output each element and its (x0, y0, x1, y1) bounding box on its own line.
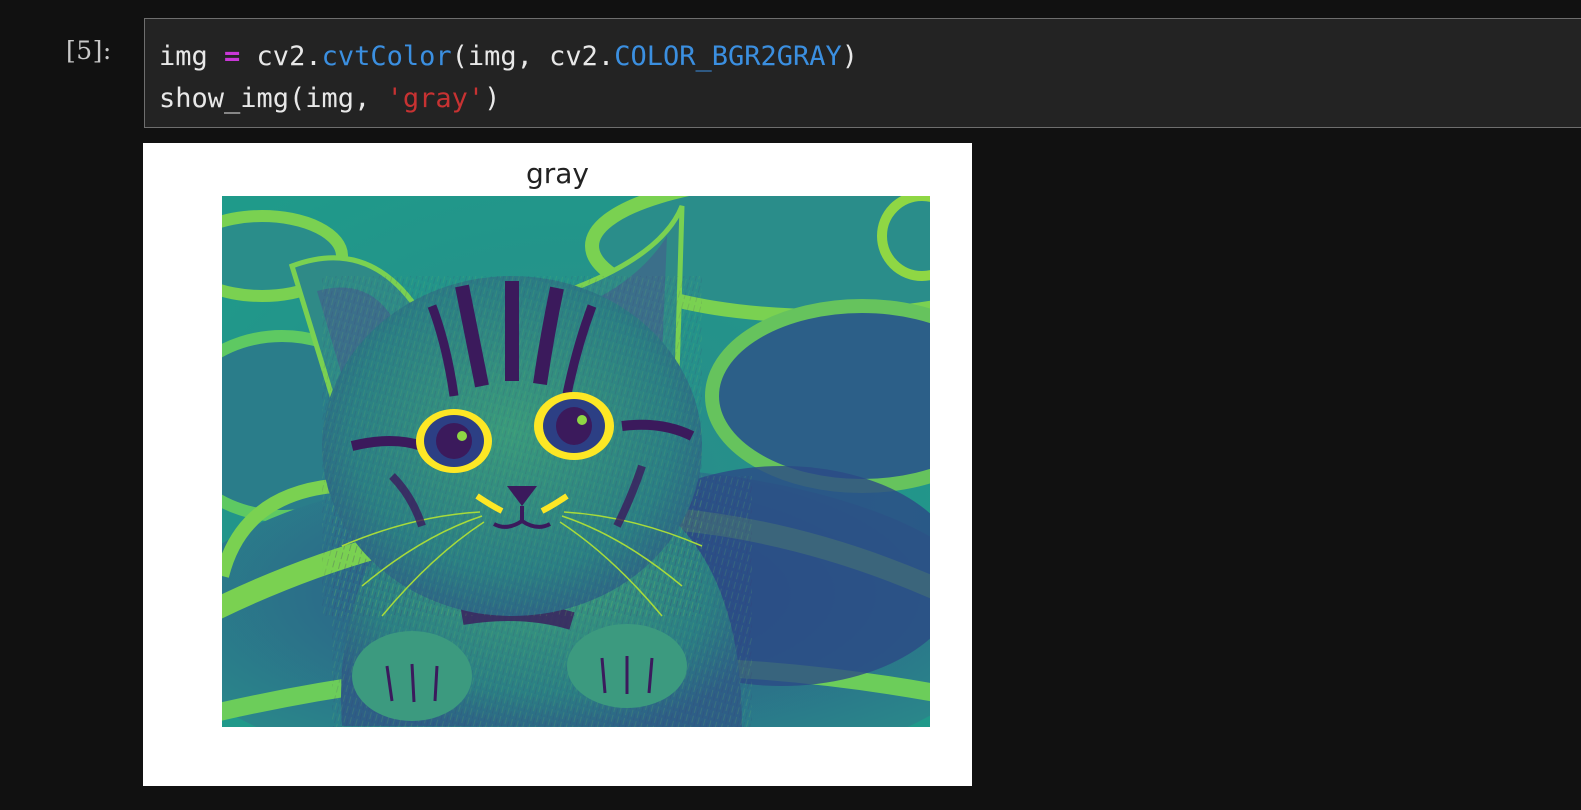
code-editor[interactable]: img = cv2.cvtColor(img, cv2.COLOR_BGR2GR… (144, 18, 1581, 128)
code-function: cvtColor (321, 41, 452, 72)
code-token: cv2. (240, 41, 322, 72)
code-token: (img, cv2. (451, 41, 615, 72)
code-token: show_img(img, (159, 83, 387, 114)
code-text[interactable]: img = cv2.cvtColor(img, cv2.COLOR_BGR2GR… (159, 36, 858, 120)
code-token: img (159, 41, 225, 72)
kitten-image (222, 196, 930, 727)
execution-count-prompt: [5]: (66, 36, 112, 65)
code-token: ) (484, 83, 501, 114)
code-token: ) (841, 41, 859, 72)
notebook-cell: [5]: img = cv2.cvtColor(img, cv2.COLOR_B… (0, 0, 1581, 810)
cell-output: gray (143, 143, 972, 786)
code-operator: = (224, 41, 241, 72)
code-constant: COLOR_BGR2GRAY (614, 41, 842, 72)
plot-title: gray (525, 157, 589, 190)
code-string: 'gray' (386, 83, 485, 114)
